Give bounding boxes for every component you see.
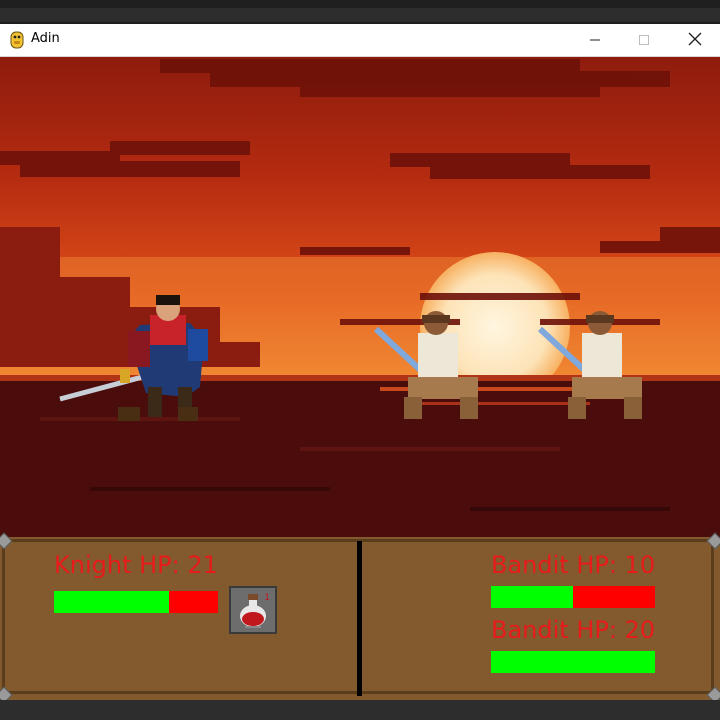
bandit-1-hp-bar [491,586,655,608]
bandit-2-hp-label: Bandit HP: 20 [491,616,656,644]
bandit-1-hp-fill [491,586,573,608]
hud-divider [357,541,362,696]
knight-hp-fill [54,591,169,613]
knight-hp-label: Knight HP: 21 [54,551,218,579]
maximize-icon [638,31,650,50]
bandit-2-hp-bar [491,651,655,673]
minimize-icon [589,31,601,50]
outer-frame-top [0,0,720,24]
bandit-1-hp-label: Bandit HP: 10 [491,551,656,579]
close-icon [688,31,702,50]
sea [0,375,720,537]
battle-hud: Knight HP: 21 1 Bandit HP: 10 Bandit HP:… [0,532,720,704]
health-potion-icon: 1 [240,593,270,628]
python-snake-icon [9,31,25,49]
outer-frame-bottom [0,700,720,720]
maximize-button[interactable] [621,24,667,56]
window-titlebar[interactable]: Adin [0,24,720,57]
knight-hp-bar [54,591,218,613]
bandit-2-hp-fill [491,651,655,673]
window-title: Adin [31,31,60,46]
battle-scene [0,57,720,537]
outer-frame-line [0,8,720,22]
potion-count: 1 [264,593,270,603]
minimize-button[interactable] [572,24,618,56]
close-button[interactable] [672,24,718,56]
potion-inventory-slot[interactable]: 1 [229,586,277,634]
